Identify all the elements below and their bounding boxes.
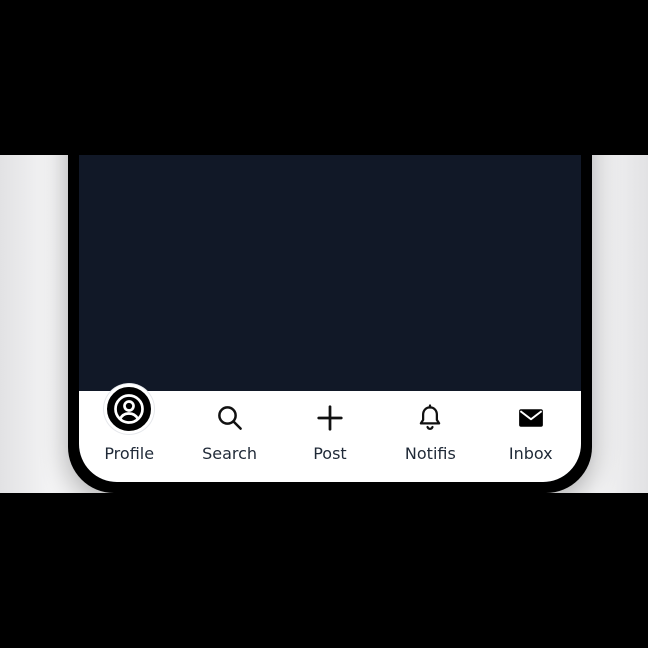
phone-frame: Profile Search Post Notifis Inbox [68,155,592,493]
bottom-tab-bar: Profile Search Post Notifis Inbox [79,384,581,482]
plus-icon [310,398,350,438]
tab-label: Search [202,444,258,463]
content-area [79,155,581,391]
tab-inbox[interactable]: Inbox [481,398,581,464]
tab-notifications[interactable]: Notifis [380,398,480,464]
bell-icon [410,398,450,438]
tab-post[interactable]: Post [280,398,380,464]
mail-icon [511,398,551,438]
phone-screen: Profile Search Post Notifis Inbox [79,155,581,482]
user-circle-icon [104,384,155,434]
device-stage: Profile Search Post Notifis Inbox [0,155,648,493]
tab-label: Profile [104,444,155,463]
search-icon [210,398,250,438]
tab-search[interactable]: Search [180,398,280,464]
tab-label: Post [313,444,347,463]
tab-profile[interactable]: Profile [79,384,179,464]
tab-label: Notifis [404,444,456,463]
tab-label: Inbox [508,444,553,463]
